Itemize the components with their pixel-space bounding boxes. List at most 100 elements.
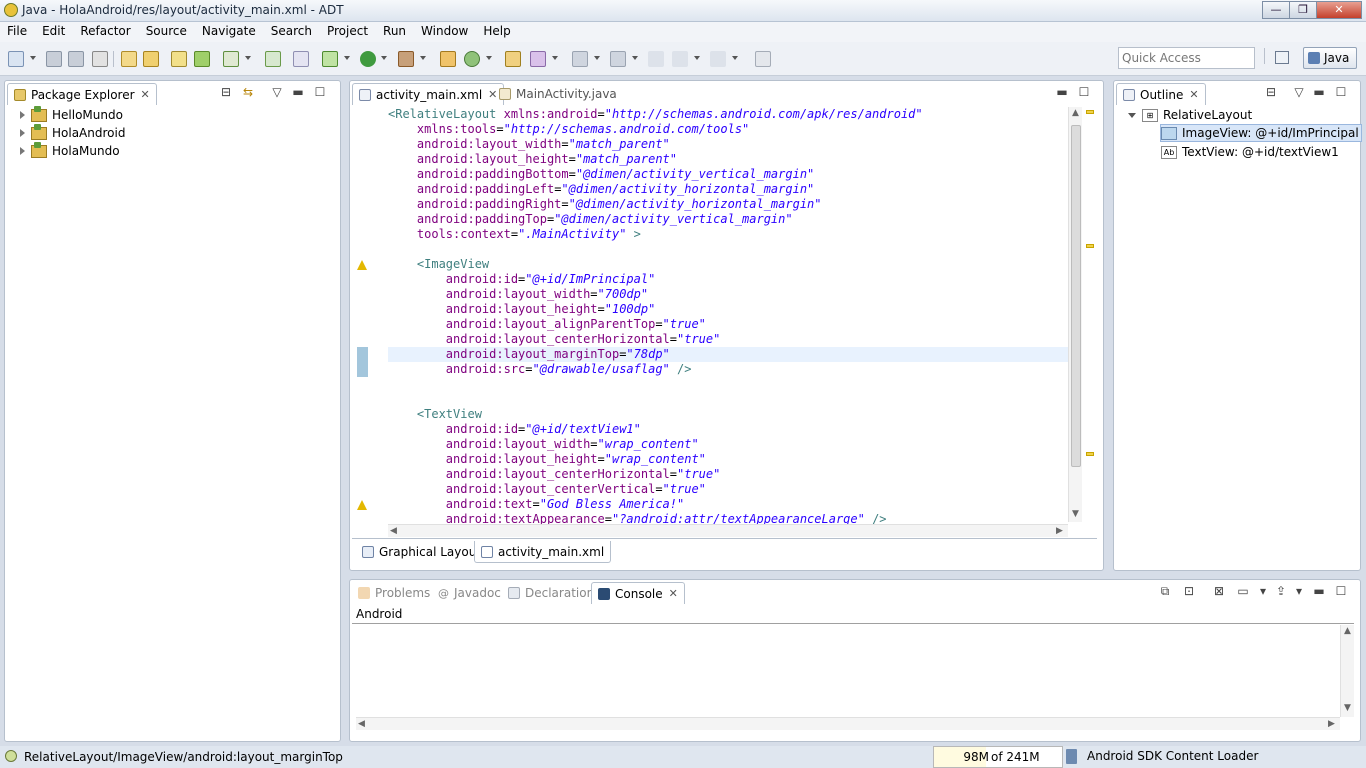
code-line[interactable]: android:layout_centerHorizontal="true" <box>388 332 1068 347</box>
menu-window[interactable]: Window <box>414 22 476 42</box>
code-line[interactable]: android:layout_width="wrap_content" <box>388 437 1068 452</box>
tree-item-project[interactable]: HelloMundo <box>20 105 123 124</box>
expand-icon[interactable] <box>20 129 25 137</box>
open-console-dropdown-icon[interactable]: ▾ <box>1292 585 1306 599</box>
code-line[interactable]: <TextView <box>388 407 1068 422</box>
scroll-lock-icon[interactable]: ⊡ <box>1182 585 1196 599</box>
code-line[interactable] <box>388 392 1068 407</box>
close-icon[interactable]: ✕ <box>141 88 150 101</box>
code-line[interactable]: android:layout_width="700dp" <box>388 287 1068 302</box>
tab-package-explorer[interactable]: Package Explorer ✕ <box>7 83 157 105</box>
search-dropdown-icon[interactable] <box>552 56 558 60</box>
menu-edit[interactable]: Edit <box>35 22 73 42</box>
menu-search[interactable]: Search <box>264 22 320 42</box>
console-vertical-scrollbar[interactable]: ▲ ▼ <box>1340 625 1354 717</box>
android-avd-manager-icon[interactable] <box>143 51 159 67</box>
debug-icon[interactable] <box>322 51 338 67</box>
display-selected-console-icon[interactable]: ▭ <box>1236 585 1250 599</box>
code-line[interactable]: android:id="@+id/ImPrincipal" <box>388 272 1068 287</box>
pin-console-icon[interactable]: ⊠ <box>1212 585 1226 599</box>
new-java-class-icon[interactable] <box>464 51 480 67</box>
code-line[interactable]: android:id="@+id/textView1" <box>388 422 1068 437</box>
minimize-view-icon[interactable]: ▬ <box>1312 585 1326 599</box>
search-tool-icon[interactable] <box>530 51 546 67</box>
menu-source[interactable]: Source <box>139 22 195 42</box>
code-line[interactable]: android:layout_width="match_parent" <box>388 137 1068 152</box>
new-java-package-icon[interactable] <box>440 51 456 67</box>
checkbox-task-icon[interactable] <box>223 51 239 67</box>
menu-project[interactable]: Project <box>320 22 376 42</box>
previous-annotation-dropdown-icon[interactable] <box>632 56 638 60</box>
previous-annotation-icon[interactable] <box>610 51 626 67</box>
maximize-view-icon[interactable]: ☐ <box>1334 585 1348 599</box>
tab-graphical-layout[interactable]: Graphical Layout <box>356 541 487 563</box>
code-line[interactable]: android:layout_height="100dp" <box>388 302 1068 317</box>
open-perspective-icon[interactable] <box>1271 48 1295 68</box>
code-line[interactable]: android:layout_alignParentTop="true" <box>388 317 1068 332</box>
code-line[interactable]: xmlns:tools="http://schemas.android.com/… <box>388 122 1068 137</box>
tab-javadoc[interactable]: @ Javadoc <box>432 582 507 604</box>
menu-refactor[interactable]: Refactor <box>73 22 138 42</box>
editor-horizontal-scrollbar[interactable]: ◀ ▶ <box>388 524 1068 537</box>
menu-navigate[interactable]: Navigate <box>195 22 264 42</box>
next-annotation-dropdown-icon[interactable] <box>594 56 600 60</box>
maximize-view-icon[interactable]: ☐ <box>1334 86 1348 100</box>
new-icon[interactable] <box>8 51 24 67</box>
close-icon[interactable]: ✕ <box>669 587 678 600</box>
skip-breakpoints-icon[interactable] <box>293 51 309 67</box>
code-line[interactable]: <ImageView <box>388 257 1068 272</box>
save-icon[interactable] <box>46 51 62 67</box>
scroll-right-icon[interactable]: ▶ <box>1328 719 1335 729</box>
scroll-down-icon[interactable]: ▼ <box>1344 703 1351 713</box>
scroll-up-icon[interactable]: ▲ <box>1344 626 1351 636</box>
collapse-icon[interactable] <box>1128 112 1136 118</box>
overview-warning-marker[interactable] <box>1086 244 1094 248</box>
tree-item-project[interactable]: HolaMundo <box>20 141 120 160</box>
tab-problems[interactable]: Problems <box>352 582 436 604</box>
scroll-right-icon[interactable]: ▶ <box>1056 526 1063 536</box>
java-perspective-button[interactable]: Java <box>1303 47 1357 69</box>
console-horizontal-scrollbar[interactable]: ◀ ▶ <box>356 717 1340 730</box>
code-line[interactable]: android:paddingLeft="@dimen/activity_hor… <box>388 182 1068 197</box>
garbage-collect-icon[interactable] <box>1066 749 1077 764</box>
open-type-icon[interactable] <box>505 51 521 67</box>
maximize-view-icon[interactable]: ☐ <box>1077 86 1091 100</box>
external-tools-dropdown-icon[interactable] <box>420 56 426 60</box>
code-line[interactable]: android:layout_height="wrap_content" <box>388 452 1068 467</box>
print-icon[interactable] <box>92 51 108 67</box>
run-icon[interactable] <box>360 51 376 67</box>
debug-dropdown-icon[interactable] <box>344 56 350 60</box>
view-menu-icon[interactable]: ▽ <box>1292 86 1306 100</box>
forward-arrow-icon[interactable] <box>710 51 726 67</box>
warning-icon[interactable] <box>357 260 368 270</box>
minimize-view-icon[interactable]: ▬ <box>1055 86 1069 100</box>
expand-icon[interactable] <box>20 111 25 119</box>
scroll-up-icon[interactable]: ▲ <box>1072 108 1079 118</box>
new-android-xml-icon[interactable] <box>265 51 281 67</box>
close-icon[interactable]: ✕ <box>1189 88 1198 101</box>
code-line[interactable]: android:paddingRight="@dimen/activity_ho… <box>388 197 1068 212</box>
xml-source-code[interactable]: <RelativeLayout xmlns:android="http://sc… <box>388 107 1068 527</box>
tab-main-activity-java[interactable]: MainActivity.java <box>493 83 623 105</box>
android-sdk-manager-icon[interactable] <box>121 51 137 67</box>
overview-warning-marker[interactable] <box>1086 110 1094 114</box>
display-console-dropdown-icon[interactable]: ▾ <box>1256 585 1270 599</box>
next-annotation-icon[interactable] <box>572 51 588 67</box>
pin-editor-icon[interactable] <box>755 51 771 67</box>
external-tools-icon[interactable] <box>398 51 414 67</box>
view-menu-icon[interactable]: ▽ <box>270 86 284 100</box>
outline-item-textview[interactable]: Ab TextView: @+id/textView1 <box>1161 143 1339 161</box>
lint-icon[interactable] <box>171 51 187 67</box>
forward-dropdown-icon[interactable] <box>732 56 738 60</box>
scroll-left-icon[interactable]: ◀ <box>358 719 365 729</box>
heap-status[interactable]: 98M of 241M <box>933 746 1063 768</box>
menu-run[interactable]: Run <box>376 22 414 42</box>
scroll-down-icon[interactable]: ▼ <box>1072 509 1079 519</box>
code-line[interactable]: android:layout_marginTop="78dp" <box>388 347 1068 362</box>
code-line[interactable]: android:layout_centerVertical="true" <box>388 482 1068 497</box>
code-line[interactable] <box>388 242 1068 257</box>
close-button[interactable]: ✕ <box>1316 1 1362 19</box>
minimize-view-icon[interactable]: ▬ <box>1312 86 1326 100</box>
tab-console[interactable]: Console ✕ <box>591 582 685 604</box>
code-line[interactable] <box>388 377 1068 392</box>
